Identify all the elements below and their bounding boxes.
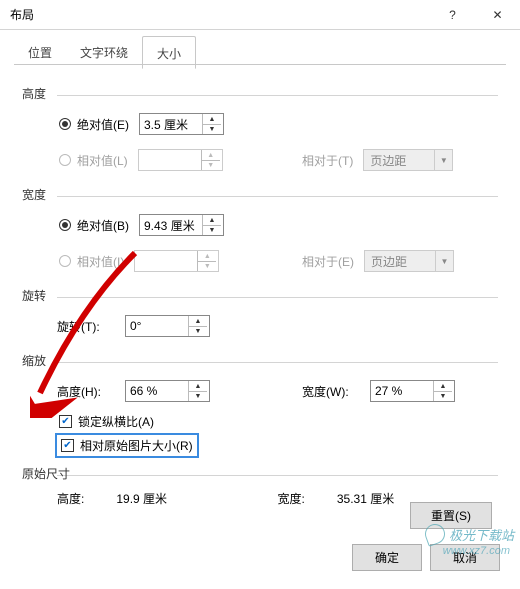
spinner-up-icon: ▲ bbox=[202, 150, 220, 160]
spinner-up-icon[interactable]: ▲ bbox=[189, 316, 207, 326]
rotation-angle-label: 旋转(T): bbox=[57, 318, 115, 335]
spinner-up-icon: ▲ bbox=[198, 251, 216, 261]
height-abs-label: 绝对值(E) bbox=[77, 116, 129, 133]
width-abs-input[interactable] bbox=[140, 215, 202, 235]
reset-button[interactable]: 重置(S) bbox=[410, 502, 492, 529]
rotation-row: 旋转(T): ▲▼ bbox=[57, 308, 498, 344]
height-abs-row: 绝对值(E) ▲ ▼ bbox=[57, 106, 498, 142]
scale-h-input[interactable] bbox=[126, 381, 188, 401]
relative-original-checkbox[interactable]: ✔ bbox=[61, 439, 74, 452]
spinner-down-icon[interactable]: ▼ bbox=[189, 326, 207, 336]
height-rel-to-combo: 页边距 ▼ bbox=[363, 149, 453, 171]
spinner-down-icon: ▼ bbox=[202, 160, 220, 170]
height-rel-radio[interactable] bbox=[59, 154, 71, 166]
ok-button[interactable]: 确定 bbox=[352, 544, 422, 571]
window-title: 布局 bbox=[0, 6, 34, 23]
relative-original-label: 相对原始图片大小(R) bbox=[80, 437, 193, 454]
width-rel-spinner: ▲▼ bbox=[134, 250, 219, 272]
scale-w-spinner[interactable]: ▲▼ bbox=[370, 380, 455, 402]
spinner-down-icon[interactable]: ▼ bbox=[203, 124, 221, 134]
height-abs-spinner[interactable]: ▲ ▼ bbox=[139, 113, 224, 135]
height-rel-label: 相对值(L) bbox=[77, 152, 128, 169]
chevron-down-icon: ▼ bbox=[434, 150, 452, 170]
width-rel-row: 相对值(I) ▲▼ 相对于(E) 页边距 ▼ bbox=[57, 243, 498, 279]
spinner-up-icon[interactable]: ▲ bbox=[434, 381, 452, 391]
spinner-down-icon[interactable]: ▼ bbox=[203, 225, 221, 235]
width-rel-to-combo: 页边距 ▼ bbox=[364, 250, 454, 272]
width-rel-input bbox=[135, 251, 197, 271]
original-h-value: 19.9 厘米 bbox=[116, 490, 167, 507]
section-width: 绝对值(B) ▲▼ 相对值(I) ▲▼ 相对于(E) 页边距 bbox=[57, 196, 498, 279]
spinner-down-icon[interactable]: ▼ bbox=[189, 391, 207, 401]
scale-w-input[interactable] bbox=[371, 381, 433, 401]
original-w-label: 宽度: bbox=[278, 490, 305, 507]
scale-values-row: 高度(H): ▲▼ 宽度(W): ▲▼ bbox=[57, 373, 498, 409]
original-w-value: 35.31 厘米 bbox=[337, 490, 394, 507]
height-rel-to-label: 相对于(T) bbox=[302, 152, 353, 169]
original-h-label: 高度: bbox=[57, 490, 84, 507]
width-rel-to-label: 相对于(E) bbox=[302, 253, 354, 270]
tab-divider bbox=[14, 64, 506, 65]
height-abs-input[interactable] bbox=[140, 114, 202, 134]
spinner-down-icon: ▼ bbox=[198, 261, 216, 271]
title-bar: 布局 ? ✕ bbox=[0, 0, 520, 30]
scale-h-spinner[interactable]: ▲▼ bbox=[125, 380, 210, 402]
reset-row: 重置(S) bbox=[410, 502, 492, 529]
section-height: 绝对值(E) ▲ ▼ 相对值(L) ▲▼ 相对 bbox=[57, 95, 498, 178]
section-rotation: 旋转(T): ▲▼ bbox=[57, 297, 498, 344]
height-rel-spinner: ▲▼ bbox=[138, 149, 223, 171]
lock-aspect-row: ✔ 锁定纵横比(A) bbox=[59, 409, 498, 433]
window-controls: ? ✕ bbox=[430, 0, 520, 30]
rotation-spinner[interactable]: ▲▼ bbox=[125, 315, 210, 337]
spinner-down-icon[interactable]: ▼ bbox=[434, 391, 452, 401]
width-rel-to-value: 页边距 bbox=[365, 251, 435, 271]
section-scale: 高度(H): ▲▼ 宽度(W): ▲▼ ✔ 锁定纵横比(A) ✔ 相对原始图 bbox=[57, 362, 498, 457]
scale-h-label: 高度(H): bbox=[57, 383, 115, 400]
chevron-down-icon: ▼ bbox=[435, 251, 453, 271]
close-icon[interactable]: ✕ bbox=[475, 0, 520, 30]
width-rel-radio[interactable] bbox=[59, 255, 71, 267]
spinner-up-icon[interactable]: ▲ bbox=[203, 215, 221, 225]
height-rel-row: 相对值(L) ▲▼ 相对于(T) 页边距 ▼ bbox=[57, 142, 498, 178]
width-abs-label: 绝对值(B) bbox=[77, 217, 129, 234]
lock-aspect-label: 锁定纵横比(A) bbox=[78, 413, 154, 430]
spinner-up-icon[interactable]: ▲ bbox=[203, 114, 221, 124]
cancel-button[interactable]: 取消 bbox=[430, 544, 500, 571]
lock-aspect-checkbox[interactable]: ✔ bbox=[59, 415, 72, 428]
help-icon[interactable]: ? bbox=[430, 0, 475, 30]
width-abs-spinner[interactable]: ▲▼ bbox=[139, 214, 224, 236]
rotation-input[interactable] bbox=[126, 316, 188, 336]
tab-content: 高度 绝对值(E) ▲ ▼ 相对值(L) ▲ bbox=[0, 69, 520, 507]
relative-original-row: ✔ 相对原始图片大小(R) bbox=[59, 433, 498, 457]
width-rel-label: 相对值(I) bbox=[77, 253, 124, 270]
width-abs-row: 绝对值(B) ▲▼ bbox=[57, 207, 498, 243]
width-abs-radio[interactable] bbox=[59, 219, 71, 231]
tab-size[interactable]: 大小 bbox=[142, 36, 196, 69]
height-rel-input bbox=[139, 150, 201, 170]
annotation-highlight: ✔ 相对原始图片大小(R) bbox=[55, 433, 199, 458]
spinner-up-icon[interactable]: ▲ bbox=[189, 381, 207, 391]
height-abs-radio[interactable] bbox=[59, 118, 71, 130]
dialog-buttons: 确定 取消 bbox=[352, 544, 500, 571]
scale-w-label: 宽度(W): bbox=[302, 383, 360, 400]
height-rel-to-value: 页边距 bbox=[364, 150, 434, 170]
